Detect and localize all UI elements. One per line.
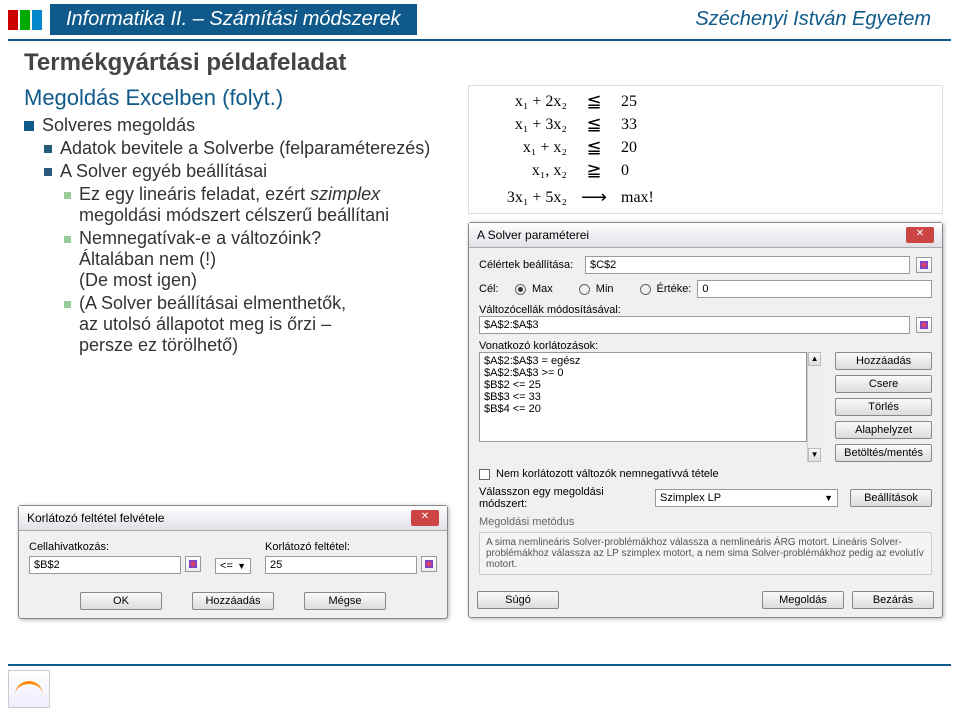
- nonneg-label: Nem korlátozott változók nemnegatívvá té…: [496, 468, 719, 480]
- bullet-4: Ez egy lineáris feladat, ezért szimplex …: [24, 184, 456, 226]
- varcells-label: Változócellák módosításával:: [479, 304, 932, 316]
- varcells-input[interactable]: [479, 316, 910, 334]
- constraint-dialog-title: Korlátozó feltétel felvétele: [27, 511, 164, 525]
- cellref-label: Cellahivatkozás:: [29, 541, 201, 553]
- constraints-listbox[interactable]: $A$2:$A$3 = egész $A$2:$A$3 >= 0 $B$2 <=…: [479, 352, 807, 442]
- bullet-1: Solveres megoldás: [24, 115, 456, 136]
- math-constraints: x₁ + 2x₂≦25 x₁ + 3x₂≦33 x₁ + x₂≦20 x₁, x…: [468, 85, 943, 214]
- help-button[interactable]: Súgó: [477, 591, 559, 609]
- solver-dialog-title: A Solver paraméterei: [477, 228, 589, 242]
- radio-value[interactable]: [640, 284, 651, 295]
- ok-button[interactable]: OK: [80, 592, 162, 610]
- listbox-scrollbar[interactable]: ▲▼: [807, 352, 821, 462]
- constraints-label: Vonatkozó korlátozások:: [479, 340, 932, 352]
- range-picker-icon[interactable]: [916, 257, 932, 273]
- constraint-value-label: Korlátozó feltétel:: [265, 541, 437, 553]
- reset-button[interactable]: Alaphelyzet: [835, 421, 932, 439]
- close-icon[interactable]: ✕: [411, 510, 439, 526]
- header-underline: [8, 39, 951, 41]
- delete-constraint-button[interactable]: Törlés: [835, 398, 932, 416]
- target-label: Célértek beállítása:: [479, 259, 579, 271]
- options-button[interactable]: Beállítások: [850, 489, 932, 507]
- method-group-label: Megoldási metódus: [479, 516, 932, 528]
- bullet-5: Nemnegatívak-e a változóink? Általában n…: [24, 228, 456, 291]
- footer-line: [8, 664, 951, 666]
- solver-dialog: A Solver paraméterei ✕ Célértek beállítá…: [468, 222, 943, 618]
- range-picker-icon[interactable]: [916, 317, 932, 333]
- constraint-add-dialog: Korlátozó feltétel felvétele ✕ Cellahiva…: [18, 505, 448, 619]
- header-right-title: Széchenyi István Egyetem: [695, 8, 931, 31]
- subtitle: Megoldás Excelben (folyt.): [24, 85, 456, 111]
- add-button[interactable]: Hozzáadás: [192, 592, 274, 610]
- range-picker-icon[interactable]: [421, 556, 437, 572]
- method-description: A sima nemlineáris Solver-problémákhoz v…: [479, 532, 932, 575]
- close-icon[interactable]: ✕: [906, 227, 934, 243]
- bullet-2: Adatok bevitele a Solverbe (felparaméter…: [24, 138, 456, 159]
- chevron-down-icon: ▼: [237, 561, 246, 571]
- loadsave-button[interactable]: Betöltés/mentés: [835, 444, 932, 462]
- cellref-input[interactable]: [29, 556, 181, 574]
- radio-min[interactable]: [579, 284, 590, 295]
- cancel-button[interactable]: Mégse: [304, 592, 386, 610]
- solve-button[interactable]: Megoldás: [762, 591, 844, 609]
- value-input[interactable]: [697, 280, 932, 298]
- change-constraint-button[interactable]: Csere: [835, 375, 932, 393]
- bullet-3: A Solver egyéb beállításai: [24, 161, 456, 182]
- constraint-value-input[interactable]: [265, 556, 417, 574]
- bullet-6: (A Solver beállításai elmenthetők, az ut…: [24, 293, 456, 356]
- method-label: Válasszon egy megoldási módszert:: [479, 486, 649, 510]
- radio-max[interactable]: [515, 284, 526, 295]
- target-input[interactable]: [585, 256, 910, 274]
- add-constraint-button[interactable]: Hozzáadás: [835, 352, 932, 370]
- goal-label: Cél:: [479, 283, 509, 295]
- slide-header: Informatika II. – Számítási módszerek Sz…: [0, 0, 959, 39]
- operator-select[interactable]: <=▼: [215, 558, 251, 574]
- range-picker-icon[interactable]: [185, 556, 201, 572]
- footer-logo: [8, 670, 50, 708]
- logo-bars: [8, 10, 42, 30]
- page-title: Termékgyártási példafeladat: [24, 49, 935, 77]
- header-left-title: Informatika II. – Számítási módszerek: [50, 4, 417, 35]
- close-button[interactable]: Bezárás: [852, 591, 934, 609]
- chevron-down-icon: ▼: [824, 493, 833, 503]
- nonneg-checkbox[interactable]: [479, 469, 490, 480]
- method-select[interactable]: Szimplex LP▼: [655, 489, 838, 507]
